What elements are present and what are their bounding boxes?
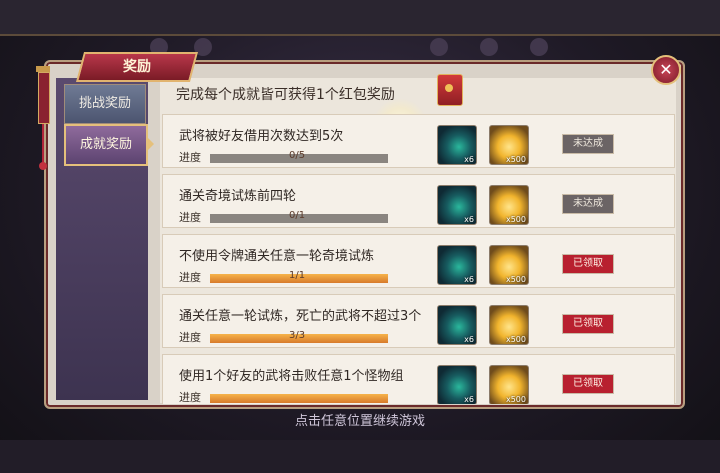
progress-fill (210, 394, 388, 403)
progress-label: 进度 (179, 151, 201, 164)
bottom-hud-bar (0, 440, 720, 473)
task-row: 通关奇境试炼前四轮 进度 0/1 x6 x500 未达成 (162, 174, 675, 228)
close-button[interactable]: ✕ (651, 55, 681, 85)
status-badge[interactable]: 已领取 (562, 374, 614, 394)
task-title: 通关奇境试炼前四轮 (179, 189, 297, 204)
close-icon: ✕ (659, 60, 673, 79)
progress-bar (210, 394, 388, 403)
task-title: 通关任意一轮试炼，死亡的武将不超过3个 (179, 309, 422, 324)
progress-text: 3/3 (289, 330, 306, 341)
progress-text: 0/1 (289, 210, 306, 221)
reward-qty: x500 (505, 395, 526, 404)
gold-ingot-icon[interactable]: x500 (489, 125, 529, 165)
reward-banner-text: 完成每个成就皆可获得1个红包奖励 (176, 87, 395, 103)
tab-achievement-rewards[interactable]: 成就奖励 (64, 124, 148, 166)
task-list[interactable]: 武将被好友借用次数达到5次 进度 0/5 x6 x500 未达成 通关奇境试炼前四轮 进度 0/… (160, 114, 676, 404)
gold-ingot-icon[interactable]: x500 (489, 365, 529, 404)
task-title: 使用1个好友的武将击败任意1个怪物组 (179, 369, 404, 384)
progress-label: 进度 (179, 271, 201, 284)
spirit-orb-icon[interactable]: x6 (437, 125, 477, 165)
spirit-orb-icon[interactable]: x6 (437, 305, 477, 345)
dialog-title: 奖励 (123, 59, 151, 75)
task-title: 武将被好友借用次数达到5次 (179, 129, 344, 144)
reward-qty: x6 (464, 395, 474, 404)
task-row: 武将被好友借用次数达到5次 进度 0/5 x6 x500 未达成 (162, 114, 675, 168)
progress-text: 0/5 (289, 150, 306, 161)
reward-qty: x500 (505, 155, 526, 164)
progress-label: 进度 (179, 211, 201, 224)
continue-hint[interactable]: 点击任意位置继续游戏 (0, 410, 720, 429)
reward-qty: x6 (464, 215, 474, 224)
reward-qty: x6 (464, 335, 474, 344)
progress-label: 进度 (179, 391, 201, 404)
reward-qty: x500 (505, 275, 526, 284)
reward-qty: x6 (464, 275, 474, 284)
status-badge[interactable]: 未达成 (562, 134, 614, 154)
reward-qty: x500 (505, 335, 526, 344)
task-title: 不使用令牌通关任意一轮奇境试炼 (179, 249, 375, 264)
progress-label: 进度 (179, 331, 201, 344)
active-tab-arrow-icon (146, 136, 154, 152)
tab-challenge-rewards[interactable]: 挑战奖励 (64, 84, 146, 124)
task-row: 使用1个好友的武将击败任意1个怪物组 进度 x6 x500 已领取 (162, 354, 675, 404)
dialog-title-tab: 奖励 (75, 52, 199, 82)
gold-ingot-icon[interactable]: x500 (489, 245, 529, 285)
spirit-orb-icon[interactable]: x6 (437, 365, 477, 404)
red-envelope-icon (437, 74, 463, 106)
gold-ingot-icon[interactable]: x500 (489, 185, 529, 225)
spirit-orb-icon[interactable]: x6 (437, 245, 477, 285)
status-badge[interactable]: 未达成 (562, 194, 614, 214)
status-badge[interactable]: 已领取 (562, 254, 614, 274)
task-row: 通关任意一轮试炼，死亡的武将不超过3个 进度 3/3 x6 x500 已领取 (162, 294, 675, 348)
spirit-orb-icon[interactable]: x6 (437, 185, 477, 225)
reward-qty: x500 (505, 215, 526, 224)
gold-ingot-icon[interactable]: x500 (489, 305, 529, 345)
status-badge[interactable]: 已领取 (562, 314, 614, 334)
reward-qty: x6 (464, 155, 474, 164)
progress-text: 1/1 (289, 270, 306, 281)
lantern-decoration-icon (36, 66, 50, 186)
top-hud-bar (0, 0, 720, 36)
task-row: 不使用令牌通关任意一轮奇境试炼 进度 1/1 x6 x500 已领取 (162, 234, 675, 288)
hud-icons-row (150, 36, 720, 60)
